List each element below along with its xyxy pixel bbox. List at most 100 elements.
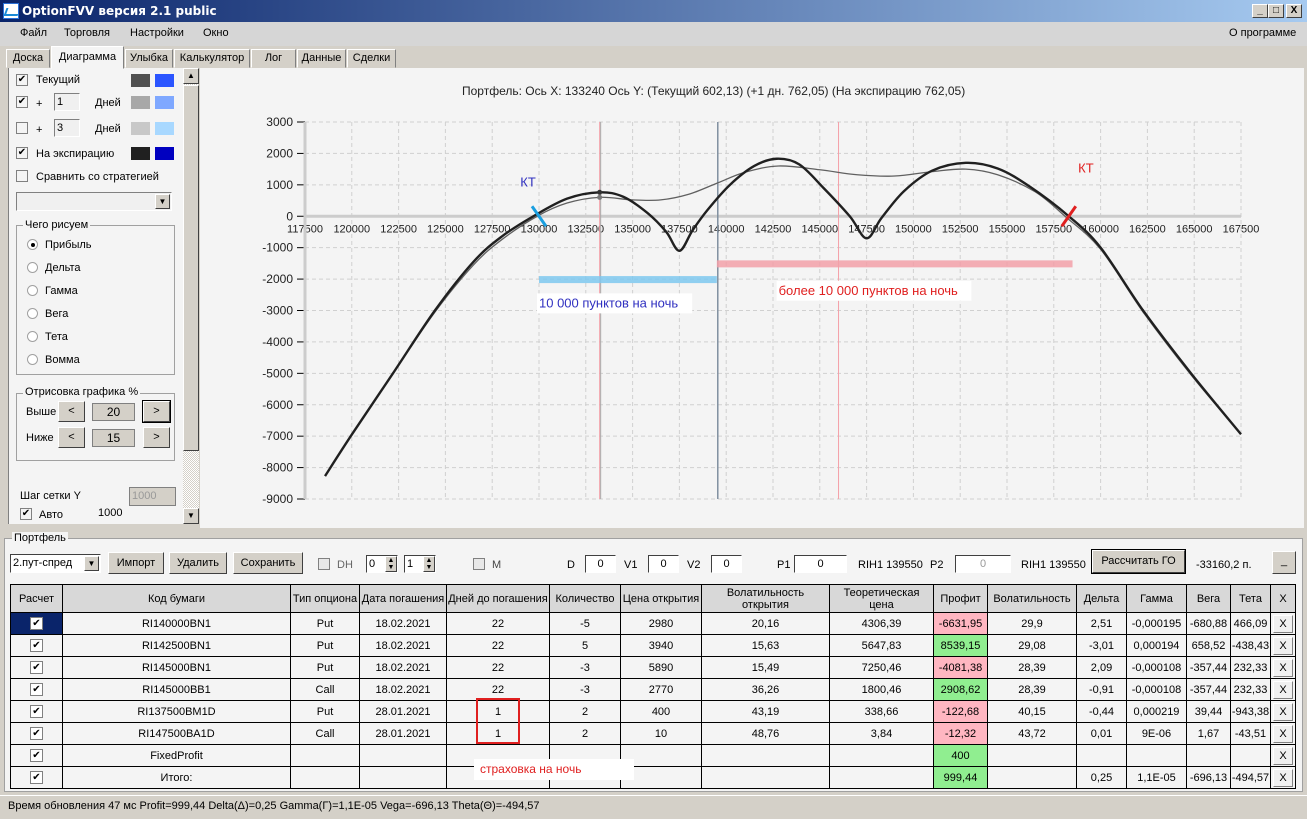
tab-data[interactable]: Данные xyxy=(297,49,346,68)
menu-about[interactable]: О программе xyxy=(1229,27,1296,39)
days-3-input[interactable]: 3 xyxy=(54,119,80,137)
calc-cell[interactable]: ✔ xyxy=(10,678,63,701)
column-header[interactable]: Гамма xyxy=(1126,584,1187,613)
delete-row-button[interactable]: X xyxy=(1273,702,1293,721)
column-header[interactable]: Вега xyxy=(1186,584,1231,613)
calc-checkbox[interactable]: ✔ xyxy=(30,727,43,740)
column-header[interactable]: Количество xyxy=(549,584,621,613)
calc-checkbox[interactable]: ✔ xyxy=(30,617,43,630)
draw-option-label[interactable]: Прибыль xyxy=(45,239,92,251)
column-header[interactable]: Теоретическая цена xyxy=(829,584,934,613)
menu-window[interactable]: Окно xyxy=(203,27,229,39)
days-1-color-swatch-2[interactable] xyxy=(155,96,174,109)
table-row[interactable]: ✔ RI140000BN1 Put 18.02.2021 22 -5 2980 20,16 43… xyxy=(10,612,1296,635)
strategy-select[interactable]: 2.пут-спред ▼ xyxy=(10,554,101,573)
column-header[interactable]: Дата погашения xyxy=(359,584,447,613)
column-header[interactable]: Тета xyxy=(1230,584,1271,613)
current-color-swatch-2[interactable] xyxy=(155,74,174,87)
delete-row-button[interactable]: X xyxy=(1273,746,1293,765)
table-row[interactable]: ✔ RI147500BA1D Call 28.01.2021 1 2 10 48,76 3,84… xyxy=(10,722,1296,745)
draw-option-radio[interactable] xyxy=(27,239,38,250)
plus-days-1-checkbox[interactable]: ✔ xyxy=(16,96,28,108)
column-header[interactable]: Цена открытия xyxy=(620,584,702,613)
calc-cell[interactable]: ✔ xyxy=(10,722,63,745)
scroll-thumb[interactable] xyxy=(183,85,199,451)
dh-spin-2[interactable]: 1 ▲ ▼ xyxy=(404,555,436,573)
v1-input[interactable]: 0 xyxy=(648,555,679,573)
chevron-down-icon[interactable]: ▼ xyxy=(155,194,170,209)
spin-arrows-icon[interactable]: ▲ ▼ xyxy=(423,556,435,572)
delete-row-button[interactable]: X xyxy=(1273,768,1293,787)
column-header[interactable]: Расчет xyxy=(10,584,63,613)
payoff-chart[interactable]: 1175001200001225001250001275001300001325… xyxy=(200,68,1304,528)
calc-checkbox[interactable]: ✔ xyxy=(30,705,43,718)
calc-cell[interactable]: ✔ xyxy=(10,766,63,789)
current-checkbox[interactable]: ✔ xyxy=(16,74,28,86)
strategy-compare-select[interactable]: ▼ xyxy=(16,192,172,211)
v2-input[interactable]: 0 xyxy=(711,555,742,573)
save-button[interactable]: Сохранить xyxy=(233,552,303,574)
table-row[interactable]: ✔ RI145000BN1 Put 18.02.2021 22 -3 5890 15,49 72… xyxy=(10,656,1296,679)
dh-spin-1[interactable]: 0 ▲ ▼ xyxy=(366,555,398,573)
draw-option-label[interactable]: Гамма xyxy=(45,285,78,297)
calc-cell[interactable]: ✔ xyxy=(10,656,63,679)
expiration-color-swatch[interactable] xyxy=(131,147,150,160)
chevron-down-icon[interactable]: ▼ xyxy=(84,556,99,571)
column-header[interactable]: Дней до погашения xyxy=(446,584,550,613)
menu-file[interactable]: Файл xyxy=(20,27,47,39)
calculate-margin-button[interactable]: Рассчитать ГО xyxy=(1091,549,1186,574)
delete-row-button[interactable]: X xyxy=(1273,614,1293,633)
expiration-color-swatch-2[interactable] xyxy=(155,147,174,160)
scroll-up-button[interactable]: ▲ xyxy=(183,68,199,84)
draw-option-radio[interactable] xyxy=(27,331,38,342)
column-header[interactable]: Волатильность открытия xyxy=(701,584,830,613)
column-header[interactable]: Дельта xyxy=(1076,584,1127,613)
column-header[interactable]: Волатильность xyxy=(987,584,1077,613)
expiration-checkbox[interactable]: ✔ xyxy=(16,147,28,159)
import-button[interactable]: Импорт xyxy=(108,552,164,574)
current-color-swatch[interactable] xyxy=(131,74,150,87)
column-header[interactable]: Тип опциона xyxy=(290,584,360,613)
calc-checkbox[interactable]: ✔ xyxy=(30,639,43,652)
draw-option-label[interactable]: Тета xyxy=(45,331,68,343)
left-panel-scrollbar[interactable]: ▲ ▼ xyxy=(183,68,199,524)
tab-log[interactable]: Лог xyxy=(251,49,296,68)
p1-input[interactable]: 0 xyxy=(794,555,847,573)
p2-input[interactable]: 0 xyxy=(955,555,1011,573)
days-1-color-swatch[interactable] xyxy=(131,96,150,109)
tab-diagram[interactable]: Диаграмма xyxy=(51,46,124,69)
grid-step-input[interactable]: 1000 xyxy=(129,487,176,506)
calc-checkbox[interactable]: ✔ xyxy=(30,683,43,696)
draw-option-radio[interactable] xyxy=(27,285,38,296)
table-row[interactable]: ✔ RI137500BM1D Put 28.01.2021 1 2 400 43,19 338,… xyxy=(10,700,1296,723)
compare-checkbox[interactable] xyxy=(16,170,28,182)
draw-option-label[interactable]: Вомма xyxy=(45,354,80,366)
plus-days-3-checkbox[interactable] xyxy=(16,122,28,134)
menu-settings[interactable]: Настройки xyxy=(130,27,184,39)
auto-checkbox[interactable]: ✔ xyxy=(20,508,32,520)
column-header[interactable]: Профит xyxy=(933,584,988,613)
tab-smile[interactable]: Улыбка xyxy=(125,49,173,68)
draw-option-radio[interactable] xyxy=(27,354,38,365)
delete-row-button[interactable]: X xyxy=(1273,658,1293,677)
draw-option-radio[interactable] xyxy=(27,262,38,273)
m-checkbox[interactable] xyxy=(473,558,485,570)
dh-checkbox[interactable] xyxy=(318,558,330,570)
table-row[interactable]: ✔ FixedProfit 400 X xyxy=(10,744,1296,767)
tab-board[interactable]: Доска xyxy=(6,49,50,68)
scroll-down-button[interactable]: ▼ xyxy=(183,508,199,524)
calc-cell[interactable]: ✔ xyxy=(10,612,63,635)
days-3-color-swatch[interactable] xyxy=(131,122,150,135)
days-1-input[interactable]: 1 xyxy=(54,93,80,111)
column-header[interactable]: Код бумаги xyxy=(62,584,291,613)
tab-deals[interactable]: Сделки xyxy=(347,49,396,68)
collapse-portfolio-button[interactable]: _ xyxy=(1272,551,1296,574)
column-header[interactable]: X xyxy=(1270,584,1296,613)
days-3-color-swatch-2[interactable] xyxy=(155,122,174,135)
draw-option-radio[interactable] xyxy=(27,308,38,319)
draw-option-label[interactable]: Дельта xyxy=(45,262,81,274)
calc-checkbox[interactable]: ✔ xyxy=(30,749,43,762)
tab-calculator[interactable]: Калькулятор xyxy=(174,49,250,68)
calc-cell[interactable]: ✔ xyxy=(10,700,63,723)
delete-row-button[interactable]: X xyxy=(1273,680,1293,699)
